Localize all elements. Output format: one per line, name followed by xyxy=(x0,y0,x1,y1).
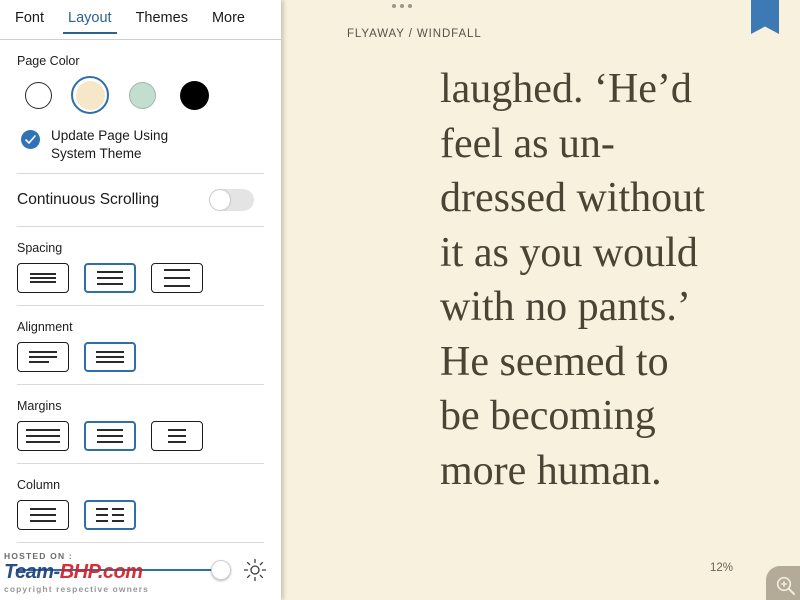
alignment-option-justified[interactable] xyxy=(84,342,136,372)
column-options xyxy=(17,500,264,530)
swatch-white[interactable] xyxy=(19,76,57,114)
more-horizontal-icon[interactable] xyxy=(392,4,412,8)
text-column-right: laughed. ‘He’d feel as un- dressed witho… xyxy=(440,62,740,498)
divider xyxy=(17,463,264,464)
column-option-single[interactable] xyxy=(17,500,69,530)
lines-compact-icon xyxy=(30,273,56,283)
text-line: with no pants.’ xyxy=(440,284,691,330)
running-head: FLYAWAY / WINDFALL xyxy=(347,28,482,40)
margins-option-medium[interactable] xyxy=(84,421,136,451)
margin-narrow-icon xyxy=(168,429,186,443)
continuous-scrolling-label: Continuous Scrolling xyxy=(17,191,160,208)
slider-track xyxy=(16,569,231,571)
brightness-slider[interactable] xyxy=(16,560,231,580)
page-color-label: Page Color xyxy=(17,54,80,68)
magnifier-plus-icon xyxy=(776,576,795,595)
text-line: more human. xyxy=(440,447,662,494)
slider-thumb[interactable] xyxy=(211,560,231,580)
spacing-option-compact[interactable] xyxy=(17,263,69,293)
divider xyxy=(17,542,264,543)
swatch-cream[interactable] xyxy=(71,76,109,114)
margins-option-wide[interactable] xyxy=(17,421,69,451)
text-line: dressed without xyxy=(440,175,705,221)
margins-options xyxy=(17,421,264,451)
tab-themes[interactable]: Themes xyxy=(136,10,188,31)
double-column-icon xyxy=(96,508,124,522)
zoom-in-button[interactable] xyxy=(766,566,800,600)
text-line: laughed. ‘He’d xyxy=(440,66,692,112)
divider xyxy=(17,226,264,227)
checkmark-icon xyxy=(25,135,36,144)
alignment-label: Alignment xyxy=(17,320,73,334)
layout-settings-panel: Font Layout Themes More Page Color Updat… xyxy=(0,0,281,600)
margin-wide-icon xyxy=(26,429,60,443)
reading-progress: 12% xyxy=(710,562,734,574)
single-column-icon xyxy=(30,508,56,522)
align-left-icon xyxy=(29,351,57,363)
system-theme-label: Update Page Using System Theme xyxy=(51,128,169,161)
lines-normal-icon xyxy=(97,271,123,285)
page-color-swatches xyxy=(19,76,264,114)
brightness-row xyxy=(16,558,267,582)
tabs-divider xyxy=(0,39,281,40)
divider xyxy=(17,384,264,385)
system-theme-row[interactable]: Update Page Using System Theme xyxy=(21,127,264,163)
text-line: it as you would xyxy=(440,229,698,276)
reader-app: FLYAWAY / WINDFALL er ay- here w the lau… xyxy=(0,0,800,600)
text-line: He seemed to xyxy=(440,338,669,385)
swatch-mint[interactable] xyxy=(123,76,161,114)
column-option-double[interactable] xyxy=(84,500,136,530)
system-theme-checkbox[interactable] xyxy=(21,130,40,149)
panel-body: Page Color Update Page Using System Them… xyxy=(0,54,281,543)
margins-option-narrow[interactable] xyxy=(151,421,203,451)
continuous-scrolling-toggle[interactable] xyxy=(209,189,254,211)
swatch-black[interactable] xyxy=(175,76,213,114)
toggle-knob xyxy=(210,190,230,210)
align-justify-icon xyxy=(96,351,124,363)
bookmark-ribbon-icon[interactable] xyxy=(751,0,779,34)
spacing-option-normal[interactable] xyxy=(84,263,136,293)
spacing-label: Spacing xyxy=(17,241,63,255)
tab-more[interactable]: More xyxy=(212,10,245,31)
divider xyxy=(17,305,264,306)
tab-font[interactable]: Font xyxy=(15,10,44,31)
column-label: Column xyxy=(17,478,61,492)
lines-loose-icon xyxy=(164,269,190,287)
text-line: be becoming xyxy=(440,393,656,439)
text-line: feel as un- xyxy=(440,120,615,167)
spacing-option-loose[interactable] xyxy=(151,263,203,293)
tab-layout[interactable]: Layout xyxy=(63,10,117,34)
brightness-sun-icon[interactable] xyxy=(243,558,267,582)
spacing-options xyxy=(17,263,264,293)
watermark-copyright: copyright respective owners xyxy=(4,584,149,594)
margin-medium-icon xyxy=(97,429,123,443)
continuous-scrolling-row[interactable]: Continuous Scrolling xyxy=(17,174,264,226)
settings-tabs: Font Layout Themes More xyxy=(0,0,281,40)
alignment-option-left[interactable] xyxy=(17,342,69,372)
alignment-options xyxy=(17,342,264,372)
margins-label: Margins xyxy=(17,399,62,413)
